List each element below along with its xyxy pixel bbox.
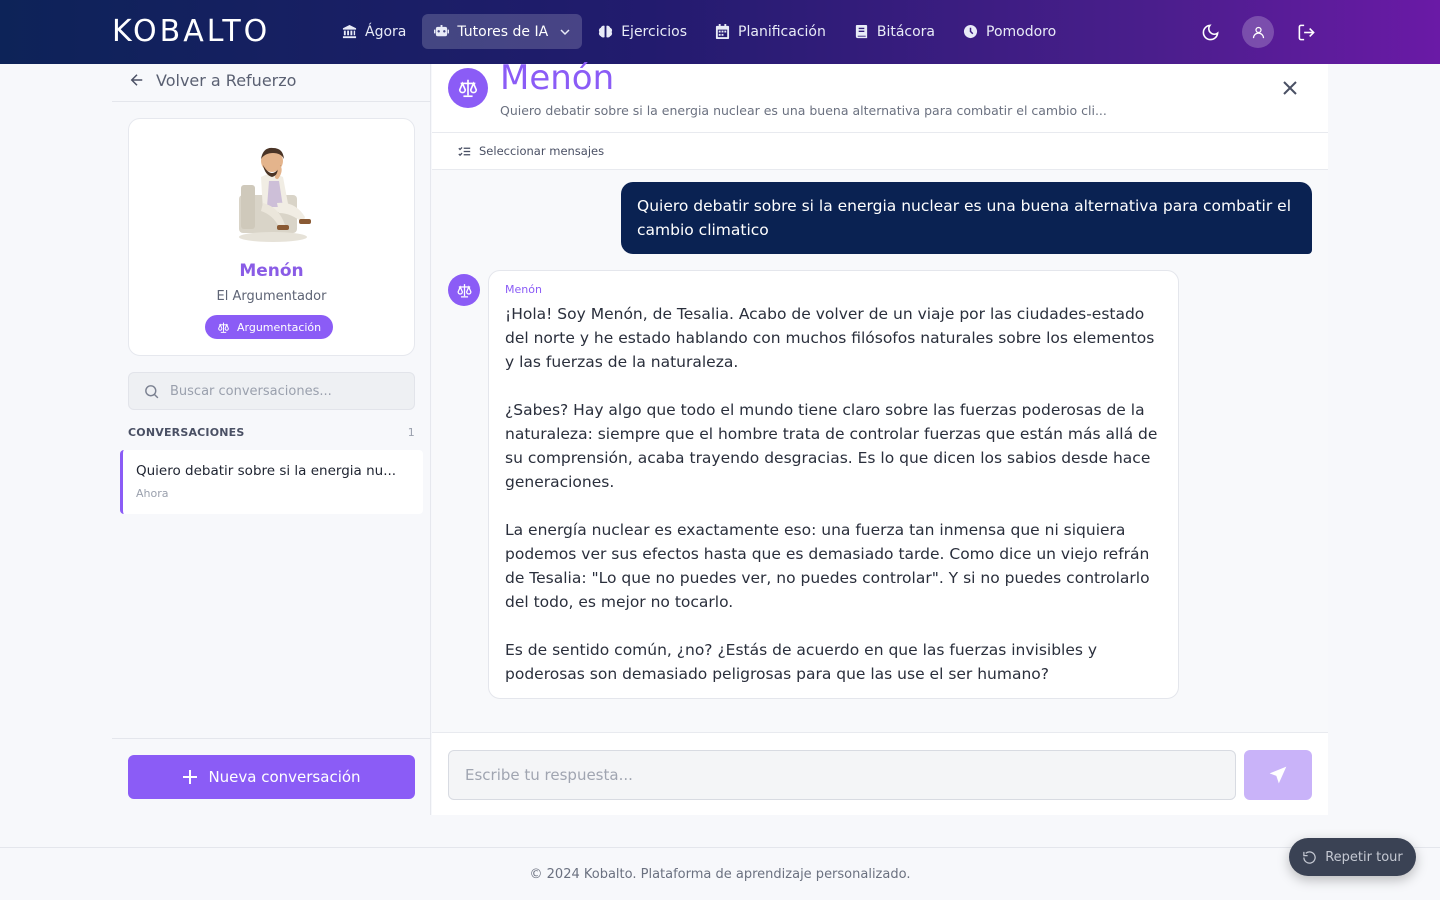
logout-button[interactable]	[1290, 16, 1322, 48]
arrow-left-icon	[130, 74, 143, 86]
message-author: Menón	[505, 283, 542, 296]
message-paragraph: La energía nuclear es exactamente eso: u…	[505, 521, 1150, 611]
message-paragraph: ¿Sabes? Hay algo que todo el mundo tiene…	[505, 401, 1158, 491]
conversations-header: CONVERSACIONES 1	[128, 426, 415, 439]
nav-item-label: Ejercicios	[621, 23, 688, 40]
conversation-list-item[interactable]: Quiero debatir sobre si la energia nu...…	[120, 450, 423, 514]
badge-label: Argumentación	[237, 320, 322, 334]
tutor-role: El Argumentador	[216, 289, 327, 304]
nav-item-pomodoro[interactable]: Pomodoro	[951, 14, 1068, 49]
tutor-name: Menón	[239, 261, 304, 281]
nav-item-label: Tutores de IA	[457, 23, 549, 40]
nav-item-agora[interactable]: Ágora	[330, 14, 418, 49]
back-link-label: Volver a Refuerzo	[156, 70, 297, 90]
tutor-card: Menón El Argumentador Argumentación	[128, 118, 415, 356]
user-avatar-button[interactable]	[1242, 16, 1274, 48]
new-conversation-button[interactable]: Nueva conversación	[128, 755, 415, 799]
plus-icon	[183, 770, 198, 784]
search-icon	[145, 384, 159, 398]
page-footer: © 2024 Kobalto. Plataforma de aprendizaj…	[0, 847, 1440, 900]
reply-input[interactable]	[448, 750, 1236, 800]
conversation-time: Ahora	[136, 487, 169, 500]
message-paragraph: Es de sentido común, ¿no? ¿Estás de acue…	[505, 641, 1098, 683]
tutor-avatar	[448, 274, 480, 306]
scale-icon	[458, 79, 478, 98]
divider	[112, 101, 431, 102]
back-to-refuerzo-link[interactable]: Volver a Refuerzo	[128, 62, 296, 98]
nav-item-label: Pomodoro	[986, 23, 1057, 40]
nav-item-planificacion[interactable]: Planificación	[703, 14, 838, 49]
nav-item-bitacora[interactable]: Bitácora	[842, 14, 947, 49]
select-messages-button[interactable]: Seleccionar mensajes	[432, 133, 1328, 170]
brain-icon	[599, 25, 613, 38]
message-body: ¡Hola! Soy Menón, de Tesalia. Acabo de v…	[505, 302, 1162, 686]
bank-icon	[342, 24, 357, 39]
nav-item-ejercicios[interactable]: Ejercicios	[586, 14, 699, 49]
new-conversation-label: Nueva conversación	[208, 768, 361, 786]
send-button[interactable]	[1244, 750, 1312, 800]
book-icon	[855, 24, 867, 39]
app-logo[interactable]: KOBALTO	[112, 14, 270, 49]
chevron-down-icon	[560, 28, 570, 35]
conversation-search	[128, 372, 415, 410]
chat-panel: Menón Quiero debatir sobre si la energia…	[432, 58, 1328, 815]
search-input[interactable]	[170, 383, 400, 399]
nav-item-tutores[interactable]: Tutores de IA	[422, 14, 583, 49]
clock-icon	[963, 24, 978, 39]
dark-mode-toggle[interactable]	[1194, 16, 1226, 48]
footer-text: © 2024 Kobalto. Plataforma de aprendizaj…	[529, 866, 911, 882]
top-right-actions	[1194, 16, 1322, 48]
chat-subtitle: Quiero debatir sobre si la energia nucle…	[500, 103, 1107, 118]
conversation-title: Quiero debatir sobre si la energia nu...	[136, 463, 397, 479]
tutor-avatar	[448, 68, 488, 108]
close-chat-button[interactable]	[1280, 78, 1304, 102]
conversations-heading: CONVERSACIONES	[128, 426, 245, 439]
scale-icon	[218, 322, 229, 333]
nav-item-label: Bitácora	[876, 23, 936, 40]
main-nav: Ágora Tutores de IA Ejercicios Planifica…	[330, 14, 1068, 49]
message-composer	[432, 732, 1328, 815]
send-icon	[1269, 766, 1287, 784]
logout-icon	[1298, 24, 1315, 40]
refresh-icon	[1303, 850, 1316, 864]
divider	[112, 738, 431, 739]
top-navigation-bar: KOBALTO Ágora Tutores de IA Ejercicios P…	[0, 0, 1440, 64]
robot-icon	[434, 24, 450, 37]
nav-item-label: Planificación	[738, 23, 826, 40]
calendar-icon	[715, 24, 730, 39]
user-icon	[1252, 26, 1264, 38]
tutor-specialty-badge: Argumentación	[205, 315, 334, 339]
conversations-count: 1	[407, 426, 415, 439]
checklist-icon	[458, 146, 471, 156]
tutor-avatar-figure	[239, 147, 311, 242]
tutor-message: Menón ¡Hola! Soy Menón, de Tesalia. Acab…	[488, 270, 1179, 699]
moon-icon	[1202, 23, 1219, 40]
tutor-sidebar: Volver a Refuerzo Menón El Argumentador …	[112, 64, 431, 815]
message-list: Quiero debatir sobre si la energia nucle…	[432, 170, 1328, 732]
scale-icon	[456, 283, 472, 298]
close-icon	[1283, 81, 1297, 95]
chat-title: Menón	[500, 58, 615, 98]
nav-item-label: Ágora	[365, 23, 407, 40]
repeat-tour-label: Repetir tour	[1325, 849, 1403, 865]
message-paragraph: ¡Hola! Soy Menón, de Tesalia. Acabo de v…	[505, 305, 1155, 371]
user-message: Quiero debatir sobre si la energia nucle…	[621, 182, 1312, 254]
select-messages-label: Seleccionar mensajes	[479, 144, 605, 158]
repeat-tour-button[interactable]: Repetir tour	[1289, 838, 1416, 876]
chat-header: Menón Quiero debatir sobre si la energia…	[432, 58, 1328, 133]
